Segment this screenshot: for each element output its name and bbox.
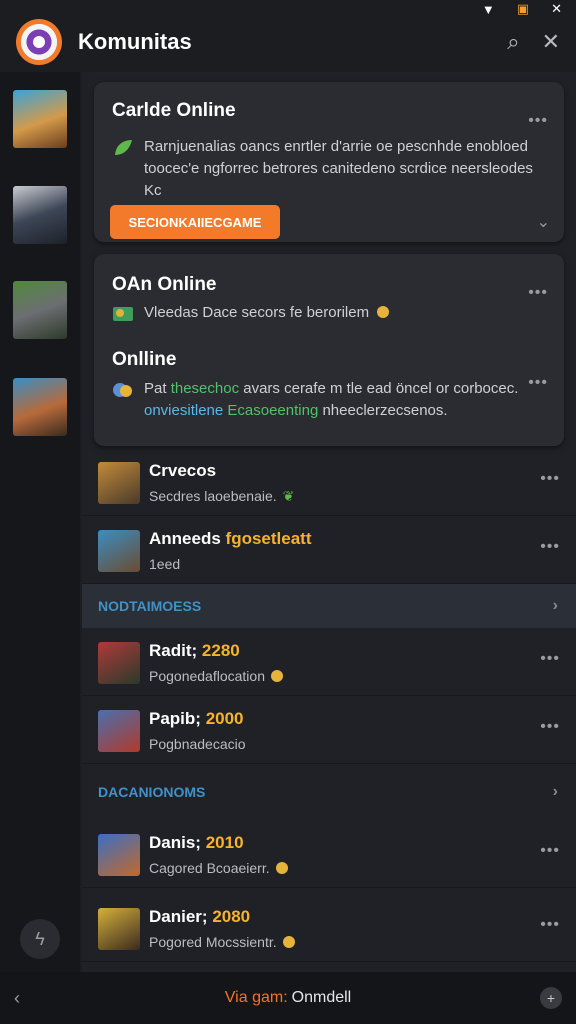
- close-icon[interactable]: ✕: [542, 29, 560, 55]
- more-icon[interactable]: •••: [528, 284, 548, 302]
- page-title: Komunitas: [78, 29, 192, 54]
- coin-icon: [275, 862, 288, 874]
- more-icon[interactable]: •••: [540, 718, 560, 736]
- game-thumbnail: [98, 530, 140, 572]
- item-subtitle: Cagored Bcoaeierr.: [149, 860, 288, 876]
- item-title: Crvecos: [149, 461, 217, 480]
- item-title: Danier; 2080: [149, 907, 251, 926]
- more-icon[interactable]: •••: [540, 916, 560, 934]
- back-icon[interactable]: ‹: [14, 988, 20, 1009]
- search-icon[interactable]: ⌕: [507, 29, 519, 55]
- card-title: OAn Online: [112, 274, 217, 295]
- community-card-2[interactable]: OAn Online ••• Vleedas Dace secors fe be…: [94, 254, 564, 446]
- section-header[interactable]: NODTAIMOESS ›: [82, 584, 576, 628]
- game-thumbnail: [98, 642, 140, 684]
- item-title: Radit; 2280: [149, 641, 240, 660]
- item-subtitle: Pogbnadecacio: [149, 736, 246, 752]
- leaf-icon: ❦: [282, 488, 295, 504]
- more-icon[interactable]: •••: [540, 650, 560, 668]
- coin-icon: [271, 670, 283, 682]
- chevron-right-icon[interactable]: ›: [553, 597, 558, 615]
- coin-icon: [377, 306, 390, 318]
- community-card-1[interactable]: Carlde Online ••• Rarnjuenalias oancs en…: [94, 82, 564, 242]
- list-item[interactable]: Radit; 2280 Pogonedaflocation •••: [82, 628, 576, 696]
- item-title: Anneeds fgosetleatt: [149, 529, 312, 548]
- more-icon[interactable]: •••: [540, 842, 560, 860]
- map-icon: [113, 307, 133, 321]
- game-thumbnail: [98, 462, 140, 504]
- item-title: Danis; 2010: [149, 833, 244, 852]
- more-icon[interactable]: •••: [540, 538, 560, 556]
- main-feed: Carlde Online ••• Rarnjuenalias oancs en…: [82, 72, 576, 972]
- game-mode-label: Via gam:: [224, 989, 288, 1006]
- list-item[interactable]: Papib; 2000 Pogbnadecacio •••: [82, 696, 576, 764]
- bottom-bar: ‹ Via gam: Onmdell +: [0, 972, 576, 1024]
- game-thumbnail: [98, 710, 140, 752]
- item-subtitle: Pogored Mocssientr.: [149, 934, 295, 950]
- item-subtitle: 1eed: [149, 556, 181, 572]
- section-header[interactable]: DACANIONOMS ›: [82, 770, 576, 814]
- card-description: Vleedas Dace secors fe berorilem: [144, 302, 540, 324]
- chevron-down-icon[interactable]: ⌄: [537, 212, 550, 232]
- card-subtitle: Onlline: [112, 349, 177, 370]
- list-item[interactable]: Danier; 2080 Pogored Mocssientr. •••: [82, 894, 576, 962]
- list-item[interactable]: Crvecos Secdres laoebenaie. ❦ •••: [82, 448, 576, 516]
- more-icon[interactable]: •••: [540, 470, 560, 488]
- card-description: Rarnjuenalias oancs enrtler d'arrie oe p…: [144, 138, 533, 199]
- list-item[interactable]: Danis; 2010 Cagored Bcoaeierr. •••: [82, 820, 576, 888]
- game-icon: [113, 383, 132, 397]
- add-icon[interactable]: +: [540, 987, 562, 1009]
- more-icon[interactable]: •••: [528, 112, 548, 130]
- community-avatar-1[interactable]: [13, 90, 67, 148]
- item-title: Papib; 2000: [149, 709, 244, 728]
- community-avatar-4[interactable]: [13, 378, 67, 436]
- item-subtitle: Secdres laoebenaie. ❦: [149, 488, 295, 504]
- game-mode-value[interactable]: Onmdell: [292, 989, 352, 1007]
- card-title: Carlde Online: [112, 100, 236, 121]
- app-logo[interactable]: [16, 19, 62, 65]
- community-avatar-2[interactable]: [13, 186, 67, 244]
- card-description-2: Pat thesechoc avars cerafe m tle ead önc…: [144, 380, 519, 419]
- community-rail: ϟ: [0, 72, 80, 972]
- game-thumbnail: [98, 834, 140, 876]
- section-label: DACANIONOMS: [98, 784, 206, 800]
- coin-icon: [282, 936, 295, 948]
- chevron-right-icon[interactable]: ›: [553, 783, 558, 801]
- list-item[interactable]: Anneeds fgosetleatt 1eed •••: [82, 516, 576, 584]
- item-subtitle: Pogonedaflocation: [149, 668, 283, 684]
- game-thumbnail: [98, 908, 140, 950]
- app-header: Komunitas ⌕ ✕: [0, 14, 576, 70]
- leaf-icon: [115, 140, 132, 155]
- community-avatar-3[interactable]: [13, 281, 67, 339]
- join-game-button[interactable]: SECIONKAIIECGAME: [110, 205, 280, 239]
- bolt-icon[interactable]: ϟ: [20, 919, 60, 959]
- section-label: NODTAIMOESS: [98, 598, 202, 614]
